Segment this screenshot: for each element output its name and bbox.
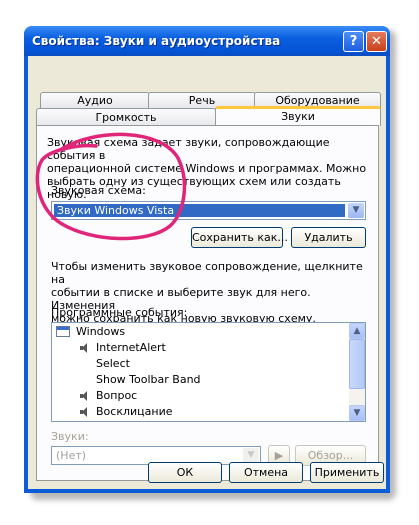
highlight-annotation: [35, 132, 187, 241]
